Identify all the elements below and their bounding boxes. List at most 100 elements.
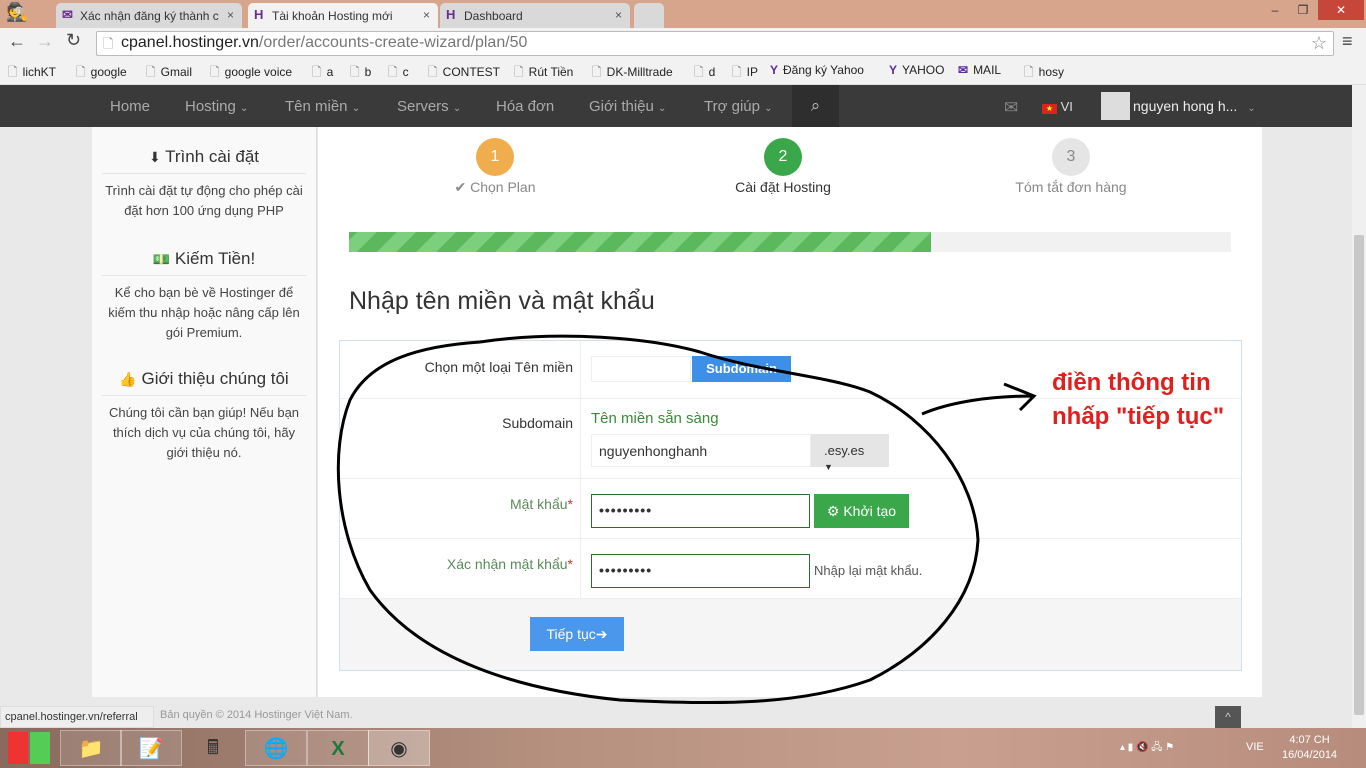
nav-help[interactable]: Trợ giúp ⌄ — [704, 98, 773, 115]
back-icon[interactable]: ← — [8, 31, 26, 52]
required-marker: * — [567, 496, 573, 512]
sidebar-section-text: Kể cho bạn bè về Hostinger để kiếm thu n… — [108, 285, 300, 340]
progress-fill — [349, 232, 932, 252]
page-icon: 🗋 — [350, 65, 360, 79]
status-bar-url: cpanel.hostinger.vn/referral — [0, 706, 154, 728]
tab-hosting[interactable]: H Tài khoản Hosting mới × — [248, 3, 438, 28]
bookmark-item[interactable]: 🗋 CONTEST — [428, 63, 500, 84]
page-icon: 🗋 — [146, 65, 156, 79]
incognito-icon: 🕵 — [6, 2, 29, 22]
bookmark-item[interactable]: ✉ MAIL — [958, 63, 1001, 77]
bookmark-item[interactable]: 🗋 google — [76, 63, 127, 84]
chevron-down-icon: ⌄ — [452, 103, 462, 114]
confirm-password-input[interactable]: ••••••••• — [591, 554, 810, 588]
site-nav: Home Hosting ⌄ Tên miền ⌄ Servers ⌄ Hóa … — [0, 85, 1352, 127]
scrollbar-thumb[interactable] — [1354, 235, 1364, 715]
nav-label: Servers — [397, 98, 449, 115]
scrollbar[interactable] — [1352, 85, 1366, 728]
bookmark-item[interactable]: 🗋 a — [312, 63, 333, 84]
clock[interactable]: 4:07 CH 16/04/2014 — [1282, 733, 1337, 763]
nav-label: Giới thiệu — [589, 98, 654, 115]
taskbar-calculator-icon[interactable]: 🖩 — [182, 730, 244, 766]
nav-about[interactable]: Giới thiệu ⌄ — [589, 98, 666, 115]
minimize-button[interactable]: – — [1262, 0, 1288, 20]
step-label-text: Chọn Plan — [470, 179, 536, 195]
domain-suffix-dropdown[interactable]: .esy.es ▼ — [811, 434, 889, 472]
form-row-confirm: Xác nhận mật khẩu* ••••••••• Nhập lại mậ… — [340, 539, 1241, 599]
domain-type-option-empty[interactable] — [591, 356, 691, 382]
continue-button[interactable]: Tiếp tục➔ — [530, 617, 624, 651]
nav-home[interactable]: Home — [110, 98, 150, 115]
windows-taskbar: 📁 📝 🖩 🌐 X ◉ ▴ ▮ 🔇 🖧 ⚑ VIE 4:07 CH 16/04/2… — [0, 728, 1366, 768]
restore-button[interactable]: ❐ — [1290, 0, 1316, 20]
bookmark-item[interactable]: 🗋 b — [350, 63, 371, 84]
generate-password-button[interactable]: ⚙ Khởi tạo — [814, 494, 909, 528]
menu-icon[interactable]: ≡ — [1342, 31, 1353, 52]
page-icon: 🗋 — [694, 65, 704, 79]
bookmark-item[interactable]: 🗋 DK-Milltrade — [592, 63, 673, 84]
forward-icon[interactable]: → — [36, 31, 54, 52]
password-input[interactable]: ••••••••• — [591, 494, 810, 528]
page-icon: 🗋 — [8, 65, 18, 79]
bookmark-item[interactable]: 🗋 IP — [732, 63, 758, 84]
bookmark-item[interactable]: 🗋 google voice — [210, 63, 292, 84]
tab-dashboard[interactable]: H Dashboard × — [440, 3, 630, 28]
tab-label: Tài khoản Hosting mới — [272, 9, 393, 23]
avatar[interactable] — [1101, 92, 1130, 120]
bookmark-item[interactable]: 🗋 lichKT — [8, 63, 56, 84]
tray-icons[interactable]: ▴ ▮ 🔇 🖧 ⚑ — [1120, 740, 1174, 757]
bookmark-item[interactable]: 🗋 hosy — [1024, 63, 1064, 84]
bookmark-label: IP — [746, 65, 758, 79]
bookmark-item[interactable]: 🗋 Gmail — [146, 63, 192, 84]
title-text: Kiếm Tiền! — [174, 249, 256, 268]
scroll-to-top-button[interactable]: ^ — [1215, 706, 1241, 728]
nav-servers[interactable]: Servers ⌄ — [397, 98, 461, 115]
nav-invoices[interactable]: Hóa đơn — [496, 98, 554, 115]
tab-label: Xác nhận đăng ký thành c — [80, 9, 219, 23]
bookmark-item[interactable]: 🗋 c — [388, 63, 409, 84]
subdomain-input[interactable]: nguyenhonghanh — [591, 434, 811, 467]
url-path: /order/accounts-create-wizard/plan/50 — [258, 34, 528, 51]
user-menu[interactable]: nguyen hong h... ⌄ — [1133, 98, 1256, 114]
address-bar[interactable]: 🗋 cpanel.hostinger.vn/order/accounts-cre… — [96, 31, 1334, 56]
start-button[interactable] — [8, 732, 50, 764]
bookmark-item[interactable]: 🗋 Rút Tiền — [514, 63, 573, 84]
bookmark-label: d — [708, 65, 716, 79]
sidebar-section: ⬇ Trình cài đặt Trình cài đặt tự động cho… — [92, 147, 316, 221]
bookmark-label: Rút Tiền — [528, 65, 574, 79]
annotation-line-1: điền thông tin — [1052, 369, 1211, 396]
envelope-icon[interactable]: ✉ — [1004, 98, 1018, 118]
bookmark-item[interactable]: Y YAHOO — [889, 63, 944, 77]
bookmark-label: google voice — [224, 65, 293, 79]
search-icon[interactable]: ⌕ — [792, 85, 839, 127]
bookmark-item[interactable]: 🗋 d — [694, 63, 715, 84]
language-selector[interactable]: ★ VI — [1042, 99, 1073, 114]
close-tab-icon[interactable]: × — [423, 8, 430, 22]
new-tab-button[interactable] — [634, 3, 664, 28]
domain-type-label: Chọn một loại Tên miền — [424, 359, 573, 375]
close-window-button[interactable]: ✕ — [1318, 0, 1364, 20]
chevron-down-icon: ⌄ — [351, 103, 361, 114]
clock-date: 16/04/2014 — [1282, 749, 1338, 761]
subdomain-button[interactable]: Subdomain — [692, 356, 791, 382]
close-tab-icon[interactable]: × — [227, 8, 234, 22]
reload-icon[interactable]: ↻ — [66, 30, 81, 51]
nav-hosting[interactable]: Hosting ⌄ — [185, 98, 248, 115]
nav-label: Tên miền — [285, 98, 348, 115]
taskbar-notepad-icon[interactable]: 📝 — [120, 730, 182, 766]
bookmark-item[interactable]: Y Đăng ký Yahoo — [770, 63, 864, 77]
taskbar-excel-icon[interactable]: X — [307, 730, 369, 766]
nav-domains[interactable]: Tên miền ⌄ — [285, 98, 360, 115]
taskbar-chrome-icon[interactable]: ◉ — [368, 730, 430, 766]
page-icon: 🗋 — [210, 65, 220, 79]
star-icon[interactable]: ☆ — [1311, 33, 1327, 54]
input-language[interactable]: VIE — [1246, 741, 1264, 753]
bookmark-label: a — [326, 65, 334, 79]
taskbar-browser-icon[interactable]: 🌐 — [245, 730, 307, 766]
tab-mail[interactable]: ✉ Xác nhận đăng ký thành c × — [56, 3, 242, 28]
close-tab-icon[interactable]: × — [615, 8, 622, 22]
taskbar-explorer-icon[interactable]: 📁 — [60, 730, 122, 766]
page-icon: 🗋 — [388, 65, 398, 79]
title-text: Giới thiệu chúng tôi — [141, 369, 289, 388]
caret-down-icon: ▼ — [824, 462, 833, 472]
